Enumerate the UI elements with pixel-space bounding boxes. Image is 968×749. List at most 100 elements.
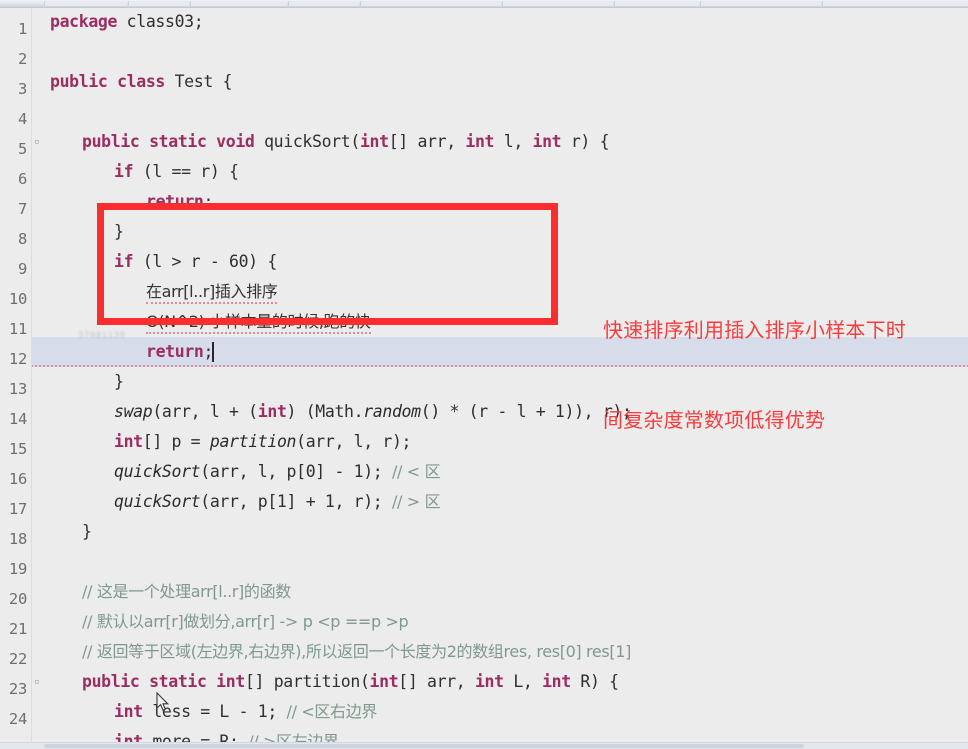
code-line[interactable]: public static int[] partition(int[] arr,…: [32, 667, 968, 697]
code-keyword: int: [474, 672, 504, 691]
pseudo-code-text: O(N^2) 小样本量的时候,跑的快: [146, 312, 371, 334]
code-keyword: int: [542, 672, 571, 691]
code-keyword: return: [146, 342, 204, 361]
code-line[interactable]: }: [32, 517, 968, 547]
line-number: 22: [8, 650, 27, 668]
code-method-name: quickSort: [114, 462, 201, 481]
code-keyword: public class: [50, 72, 166, 91]
code-line[interactable]: public class Test {: [32, 67, 968, 97]
code-keyword: int: [359, 132, 389, 151]
code-comment: // <区右边界: [286, 702, 378, 721]
code-keyword: if: [114, 252, 134, 271]
line-number: 21: [8, 620, 27, 638]
code-line[interactable]: public static void quickSort(int[] arr, …: [32, 127, 968, 157]
code-text: [] arr,: [388, 132, 466, 151]
code-text: ) (Math.: [286, 402, 364, 421]
code-line[interactable]: int less = L - 1; // <区右边界: [32, 697, 968, 727]
code-keyword: int: [114, 432, 143, 451]
line-number: 5: [17, 140, 27, 158]
code-text: (l > r - 60) {: [133, 252, 278, 271]
line-number: 10: [8, 290, 27, 308]
code-comment: // < 区: [391, 462, 441, 481]
code-text: }: [82, 522, 92, 541]
code-keyword: int: [465, 132, 495, 151]
code-keyword: int: [369, 672, 399, 691]
line-number: 8: [17, 230, 27, 248]
code-text: Test {: [165, 72, 233, 91]
pseudo-code-text: 在arr[l..r]插入排序: [146, 282, 278, 304]
code-line[interactable]: [32, 97, 968, 127]
line-number: 11: [8, 320, 27, 338]
code-text: r) {: [561, 132, 610, 151]
code-editor-window: 1234567891011121314151617181920212223242…: [0, 0, 968, 749]
code-line[interactable]: // 这是一个处理arr[l..r]的函数: [32, 577, 968, 607]
code-keyword: int: [532, 132, 562, 151]
code-comment: // > 区: [391, 492, 441, 511]
line-number: 16: [8, 470, 27, 488]
code-line[interactable]: package class03;: [32, 7, 968, 37]
line-number-gutter[interactable]: 1234567891011121314151617181920212223242…: [0, 7, 31, 749]
code-method-name: random: [363, 402, 421, 421]
line-number: 4: [17, 110, 27, 128]
text-caret: [212, 342, 214, 362]
line-number: 12: [8, 350, 27, 368]
code-text: }: [114, 372, 124, 391]
line-number: 1: [17, 20, 27, 38]
code-line[interactable]: // 默认以arr[r]做划分,arr[r] -> p <p ==p >p: [32, 607, 968, 637]
code-method-name: partition: [209, 432, 297, 451]
line-number: 17: [8, 500, 27, 518]
code-line[interactable]: // 返回等于区域(左边界,右边界),所以返回一个长度为2的数组res, res…: [32, 637, 968, 667]
red-note-line-1: 快速排序利用插入排序小样本下时: [603, 318, 906, 342]
code-text: L,: [503, 672, 543, 691]
code-text: R) {: [570, 672, 619, 691]
code-method-name: quickSort: [114, 492, 201, 511]
red-annotation-note: 快速排序利用插入排序小样本下时 间复杂度常数项低得优势: [603, 255, 906, 495]
code-keyword: int: [114, 702, 143, 721]
line-number: 2: [17, 50, 27, 68]
line-number: 9: [17, 260, 27, 278]
code-text: (arr, l + (: [152, 402, 258, 421]
code-line[interactable]: return;: [32, 187, 968, 217]
fold-toggle-icon[interactable]: ▫: [34, 667, 42, 697]
code-keyword: package: [50, 12, 118, 31]
code-text: l,: [494, 132, 533, 151]
code-text: less = L - 1;: [142, 702, 287, 721]
code-text: [] arr,: [398, 672, 475, 691]
code-keyword: if: [114, 162, 134, 181]
code-line[interactable]: [32, 37, 968, 67]
red-note-line-2: 间复杂度常数项低得优势: [603, 408, 826, 432]
gutter-separator: [31, 7, 32, 749]
code-text: quickSort(: [254, 132, 360, 151]
code-text: (l == r) {: [133, 162, 239, 181]
code-comment: // 返回等于区域(左边界,右边界),所以返回一个长度为2的数组res, res…: [82, 642, 632, 661]
code-keyword: return: [146, 192, 204, 211]
code-text: (arr, l, r);: [296, 432, 412, 451]
code-keyword: int: [257, 402, 287, 421]
line-number: 13: [8, 380, 27, 398]
code-comment: // 默认以arr[r]做划分,arr[r] -> p <p ==p >p: [82, 612, 409, 631]
line-number: 7: [17, 200, 27, 218]
code-text: ;: [203, 192, 214, 211]
line-number: 19: [8, 560, 27, 578]
fold-toggle-icon[interactable]: ▫: [34, 127, 42, 157]
line-number: 3: [17, 80, 27, 98]
line-number: 20: [8, 590, 27, 608]
code-comment: // 这是一个处理arr[l..r]的函数: [82, 582, 291, 601]
code-line[interactable]: [32, 547, 968, 577]
line-number: 23: [8, 680, 27, 698]
toolbar-strip: [0, 0, 968, 8]
code-text: class03;: [117, 12, 204, 31]
code-keyword: public static void: [82, 132, 255, 151]
code-line[interactable]: if (l == r) {: [32, 157, 968, 187]
code-text: () * (r - l + 1)), r);: [420, 402, 632, 421]
code-text: (arr, p[1] + 1, r);: [200, 492, 392, 511]
code-text: [] p =: [142, 432, 210, 451]
code-text: [] partition(: [244, 672, 370, 691]
line-number: 24: [8, 710, 27, 728]
code-line[interactable]: }: [32, 217, 968, 247]
line-number: 6: [17, 170, 27, 188]
horizontal-scrollbar-thumb[interactable]: [44, 744, 804, 748]
horizontal-scrollbar-strip[interactable]: [0, 742, 968, 749]
code-text: (arr, l, p[0] - 1);: [200, 462, 392, 481]
code-text: }: [114, 222, 124, 241]
